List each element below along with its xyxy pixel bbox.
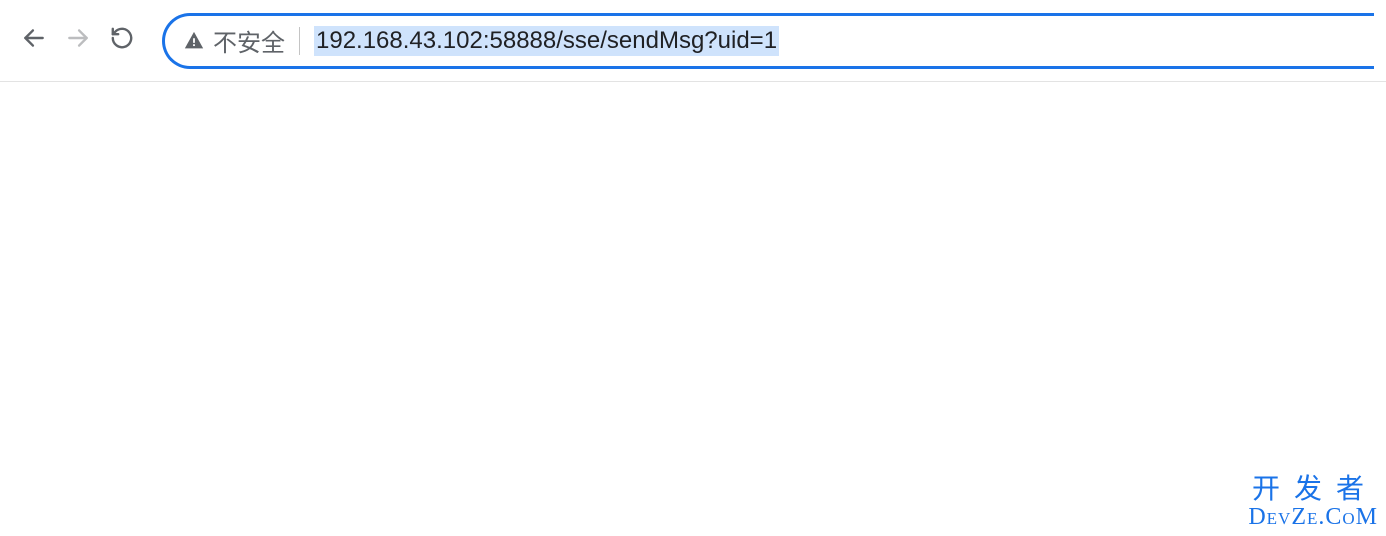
- back-button[interactable]: [14, 21, 54, 61]
- watermark-line1: 开发者: [1248, 475, 1378, 504]
- reload-button[interactable]: [102, 21, 142, 61]
- not-secure-warning-icon: [183, 30, 205, 52]
- browser-toolbar: 不安全 192.168.43.102:58888/sse/sendMsg?uid…: [0, 0, 1386, 82]
- arrow-right-icon: [65, 25, 91, 56]
- reload-icon: [109, 25, 135, 56]
- forward-button[interactable]: [58, 21, 98, 61]
- separator: [299, 27, 300, 55]
- watermark: 开发者 DevZe.CoM: [1248, 475, 1378, 530]
- arrow-left-icon: [21, 25, 47, 56]
- page-content: 开发者 DevZe.CoM: [0, 82, 1386, 536]
- security-status-label: 不安全: [213, 23, 285, 58]
- address-bar[interactable]: 不安全 192.168.43.102:58888/sse/sendMsg?uid…: [162, 13, 1374, 69]
- url-text[interactable]: 192.168.43.102:58888/sse/sendMsg?uid=1: [314, 26, 779, 56]
- watermark-line2: DevZe.CoM: [1248, 505, 1378, 530]
